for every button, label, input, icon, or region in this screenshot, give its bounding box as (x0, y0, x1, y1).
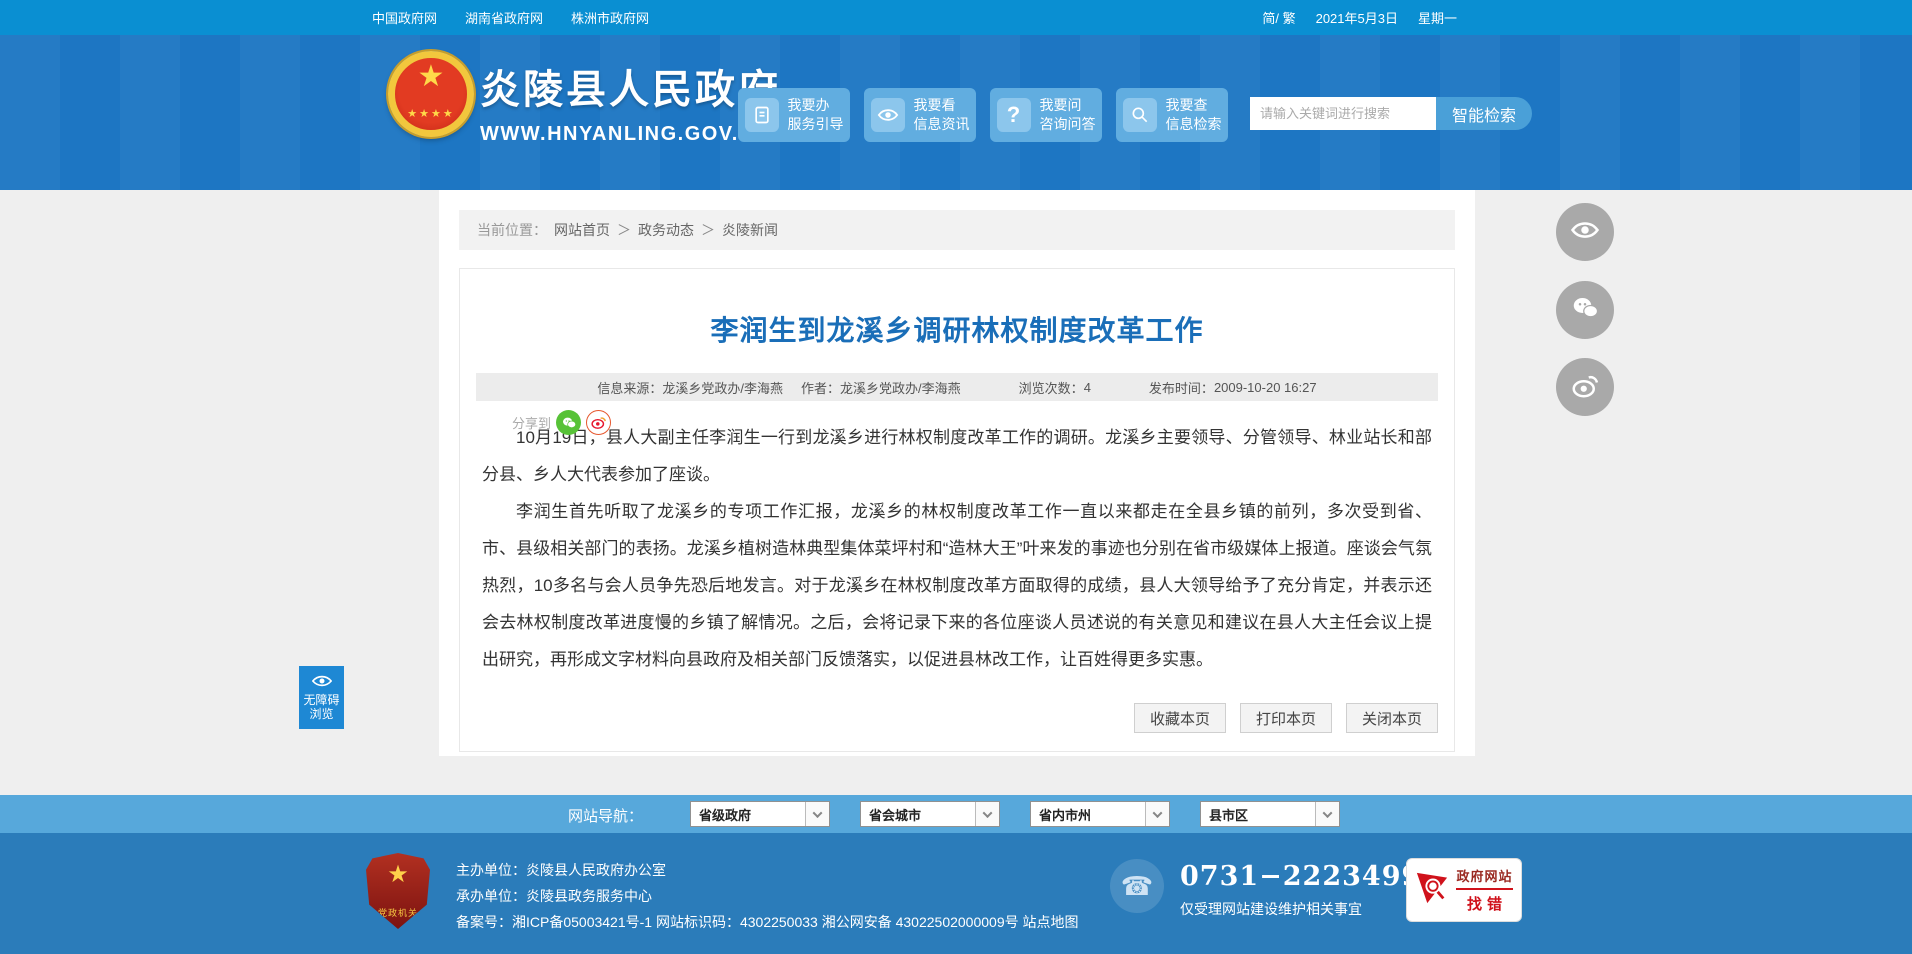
meta-author-label: 作者： (801, 380, 841, 396)
breadcrumb-yanling-news[interactable]: 炎陵新闻 (722, 220, 778, 240)
site-footer: 党政机关 主办单位：炎陵县人民政府办公室 承办单位：炎陵县政务服务中心 备案号：… (0, 833, 1912, 954)
wechat-icon (1570, 293, 1600, 328)
small-stars-icon (407, 107, 454, 120)
footer-record-line: 备案号：湘ICP备05003421号-1 网站标识码：4302250033 湘公… (456, 914, 1079, 930)
page: 中国政府网 湖南省政府网 株洲市政府网 简/ 繁 2021年5月3日 星期一 炎… (0, 0, 1912, 954)
chevron-down-icon (805, 802, 829, 826)
share-widget: 分享到 (512, 410, 612, 435)
error-report-logo-icon (1415, 871, 1449, 910)
error-report-text: 政府网站 找错 (1456, 869, 1513, 913)
meta-publish-label: 发布时间： (1148, 380, 1214, 396)
select-province-cities[interactable]: 省内市州 (1030, 801, 1170, 827)
search-input[interactable] (1250, 97, 1436, 130)
wechat-share-icon[interactable] (556, 410, 582, 435)
current-weekday: 星期一 (1417, 11, 1457, 26)
article-paragraph: 10月19日，县人大副主任李润生一行到龙溪乡进行林权制度改革工作的调研。龙溪乡主… (482, 428, 1432, 484)
print-page-button[interactable]: 打印本页 (1240, 703, 1332, 733)
topbar: 中国政府网 湖南省政府网 株洲市政府网 简/ 繁 2021年5月3日 星期一 (0, 0, 1912, 35)
nav-band-label: 网站导航： (568, 808, 644, 825)
article-box: 李润生到龙溪乡调研林权制度改革工作 信息来源： 龙溪乡党政办/李海燕 作者： 龙… (459, 268, 1455, 752)
quick-button-label: 我要看 信息资讯 (913, 97, 970, 132)
breadcrumb-label: 当前位置： (477, 222, 547, 238)
magnifier-icon (1122, 98, 1157, 132)
national-emblem-logo[interactable] (388, 51, 474, 137)
article-paragraph: 李润生首先听取了龙溪乡的专项工作汇报，龙溪乡的林权制度改革工作一直以来都走在全县… (482, 502, 1432, 669)
meta-views-label: 浏览次数： (1018, 380, 1084, 396)
close-page-button[interactable]: 关闭本页 (1346, 703, 1438, 733)
meta-views: 4 (1083, 379, 1091, 395)
weibo-share-icon[interactable] (586, 410, 612, 435)
accessibility-browse-button[interactable]: 无障碍 浏览 (299, 666, 344, 729)
favorite-page-button[interactable]: 收藏本页 (1134, 703, 1226, 733)
floating-view-button[interactable] (1556, 203, 1614, 261)
footer-info: 主办单位：炎陵县人民政府办公室 承办单位：炎陵县政务服务中心 备案号：湘ICP备… (456, 857, 1079, 935)
meta-publish-time: 2009-10-20 16:27 (1213, 379, 1317, 395)
site-header: 炎陵县人民政府 WWW.HNYANLING.GOV.CN 我要办 服务引导 我要… (0, 35, 1912, 190)
star-icon (387, 863, 409, 887)
topbar-link-hunan-gov[interactable]: 湖南省政府网 (465, 8, 543, 27)
article-title: 李润生到龙溪乡调研林权制度改革工作 (710, 315, 1204, 346)
eye-icon (311, 674, 332, 691)
breadcrumb: 当前位置： 网站首页 ＞ 政务动态 ＞ 炎陵新闻 (459, 210, 1455, 250)
quick-button-label: 我要办 服务引导 (787, 97, 844, 132)
smart-search-button[interactable]: 智能检索 (1436, 97, 1532, 130)
sitemap-link[interactable]: 站点地图 (1023, 914, 1079, 930)
topbar-link-zhuzhou-gov[interactable]: 株洲市政府网 (571, 8, 649, 27)
floating-weibo-button[interactable] (1556, 358, 1614, 416)
search-bar: 智能检索 (1250, 97, 1532, 130)
breadcrumb-home[interactable]: 网站首页 (554, 220, 610, 240)
breadcrumb-separator: ＞ (701, 222, 715, 238)
topbar-right: 简/ 繁 2021年5月3日 星期一 (1262, 8, 1457, 27)
select-capital-cities[interactable]: 省会城市 (860, 801, 1000, 827)
service-guide-button[interactable]: 我要办 服务引导 (738, 88, 850, 142)
divider (1456, 888, 1513, 890)
quick-button-label: 我要问 咨询问答 (1039, 97, 1096, 132)
site-url: WWW.HNYANLING.GOV.CN (480, 123, 771, 145)
party-gov-badge: 党政机关 (366, 853, 430, 929)
footer-phone-note: 仅受理网站建设维护相关事宜 (1180, 901, 1362, 917)
eye-icon (1570, 215, 1600, 250)
meta-source: 龙溪乡党政办/李海燕 (662, 380, 784, 396)
info-search-button[interactable]: 我要查 信息检索 (1116, 88, 1228, 142)
chevron-down-icon (1145, 802, 1169, 826)
phone-icon (1110, 859, 1164, 913)
document-icon (744, 98, 779, 132)
article-body: 10月19日，县人大副主任李润生一行到龙溪乡进行林权制度改革工作的调研。龙溪乡主… (482, 419, 1432, 678)
site-title-block: 炎陵县人民政府 WWW.HNYANLING.GOV.CN (480, 57, 781, 146)
chevron-down-icon (1315, 802, 1339, 826)
site-name: 炎陵县人民政府 (480, 68, 781, 112)
breadcrumb-gov-news[interactable]: 政务动态 (638, 220, 694, 240)
accessibility-label: 无障碍 浏览 (303, 693, 340, 721)
info-news-button[interactable]: 我要看 信息资讯 (864, 88, 976, 142)
article-meta: 信息来源： 龙溪乡党政办/李海燕 作者： 龙溪乡党政办/李海燕 浏览次数： 4 … (476, 373, 1438, 401)
select-county-districts[interactable]: 县市区 (1200, 801, 1340, 827)
floating-wechat-button[interactable] (1556, 281, 1614, 339)
article-actions: 收藏本页 打印本页 关闭本页 (1134, 703, 1438, 733)
select-provincial-gov[interactable]: 省级政府 (690, 801, 830, 827)
question-icon (996, 98, 1031, 132)
eye-icon (870, 98, 905, 132)
footer-host-line: 主办单位：炎陵县人民政府办公室 (456, 862, 666, 878)
star-icon (418, 62, 445, 92)
topbar-link-china-gov[interactable]: 中国政府网 (372, 8, 437, 27)
party-gov-badge-label: 党政机关 (377, 908, 418, 918)
quick-buttons: 我要办 服务引导 我要看 信息资讯 我要问 咨询问答 (738, 88, 1228, 142)
weibo-icon (1570, 370, 1600, 405)
footer-phone-number: 0731−22234995 (1180, 861, 1442, 892)
meta-source-label: 信息来源： (597, 380, 663, 396)
lang-toggle[interactable]: 简/ 繁 (1262, 8, 1295, 27)
consult-qa-button[interactable]: 我要问 咨询问答 (990, 88, 1102, 142)
breadcrumb-separator: ＞ (617, 222, 631, 238)
gov-site-error-report-badge[interactable]: 政府网站 找错 (1406, 858, 1522, 922)
footer-organizer-line: 承办单位：炎陵县政务服务中心 (456, 888, 652, 904)
meta-author: 龙溪乡党政办/李海燕 (840, 380, 961, 396)
site-nav-band: 网站导航： 省级政府 省会城市 省内市州 县市区 (0, 795, 1912, 833)
topbar-links: 中国政府网 湖南省政府网 株洲市政府网 (372, 8, 649, 27)
chevron-down-icon (975, 802, 999, 826)
content-card: 当前位置： 网站首页 ＞ 政务动态 ＞ 炎陵新闻 李润生到龙溪乡调研林权制度改革… (439, 190, 1475, 756)
quick-button-label: 我要查 信息检索 (1165, 97, 1222, 132)
share-label: 分享到 (512, 416, 552, 431)
current-date: 2021年5月3日 (1315, 11, 1398, 26)
